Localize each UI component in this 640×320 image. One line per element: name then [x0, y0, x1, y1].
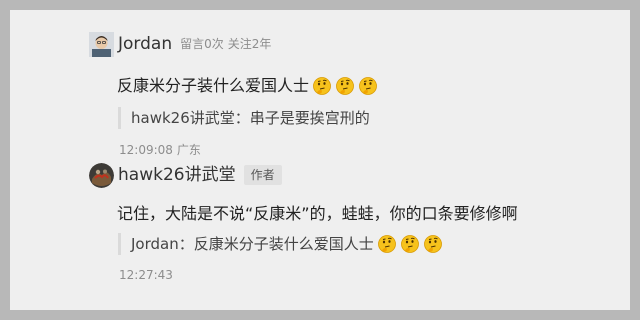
username[interactable]: Jordan — [118, 33, 172, 55]
avatar[interactable] — [89, 163, 114, 188]
quoted-reply[interactable]: Jordan：反康米分子装什么爱国人士 — [118, 233, 443, 255]
comment-text: 记住，大陆是不说“反康米”的，蛙蛙，你的口条要修修啊 — [117, 203, 518, 225]
avatar[interactable] — [89, 32, 114, 57]
thinking-emoji-icon — [312, 76, 332, 96]
comment-time: 12:09:08 — [119, 143, 173, 157]
reply-count: 留言0次 — [180, 37, 224, 51]
thinking-emoji-icon — [400, 234, 420, 254]
quoted-reply-text: hawk26讲武堂：串子是要挨宫刑的 — [131, 109, 370, 127]
comment-card: Jordan 留言0次 关注2年 反康米分子装什么爱国人士 hawk26讲武堂：… — [10, 10, 630, 310]
comment-text: 反康米分子装什么爱国人士 — [117, 75, 378, 97]
thinking-emoji-icon — [335, 76, 355, 96]
author-avatar-icon — [89, 163, 114, 188]
comment-text-content: 反康米分子装什么爱国人士 — [117, 76, 310, 95]
comment-text-content: 记住，大陆是不说“反康米”的，蛙蛙，你的口条要修修啊 — [117, 204, 518, 223]
thinking-emoji-icon — [377, 234, 397, 254]
quoted-reply[interactable]: hawk26讲武堂：串子是要挨宫刑的 — [118, 107, 370, 129]
comment-timestamp: 12:27:43 — [119, 267, 173, 283]
username[interactable]: hawk26讲武堂 — [118, 164, 236, 186]
comment-location: 广东 — [176, 143, 201, 157]
follow-duration: 关注2年 — [227, 37, 272, 51]
user-avatar-icon — [89, 32, 114, 57]
quoted-reply-text: Jordan：反康米分子装什么爱国人士 — [131, 235, 374, 253]
comment-time: 12:27:43 — [119, 268, 173, 282]
thinking-emoji-icon — [423, 234, 443, 254]
comment-timestamp: 12:09:08 广东 — [119, 142, 201, 158]
thinking-emoji-icon — [358, 76, 378, 96]
author-badge: 作者 — [243, 165, 282, 185]
